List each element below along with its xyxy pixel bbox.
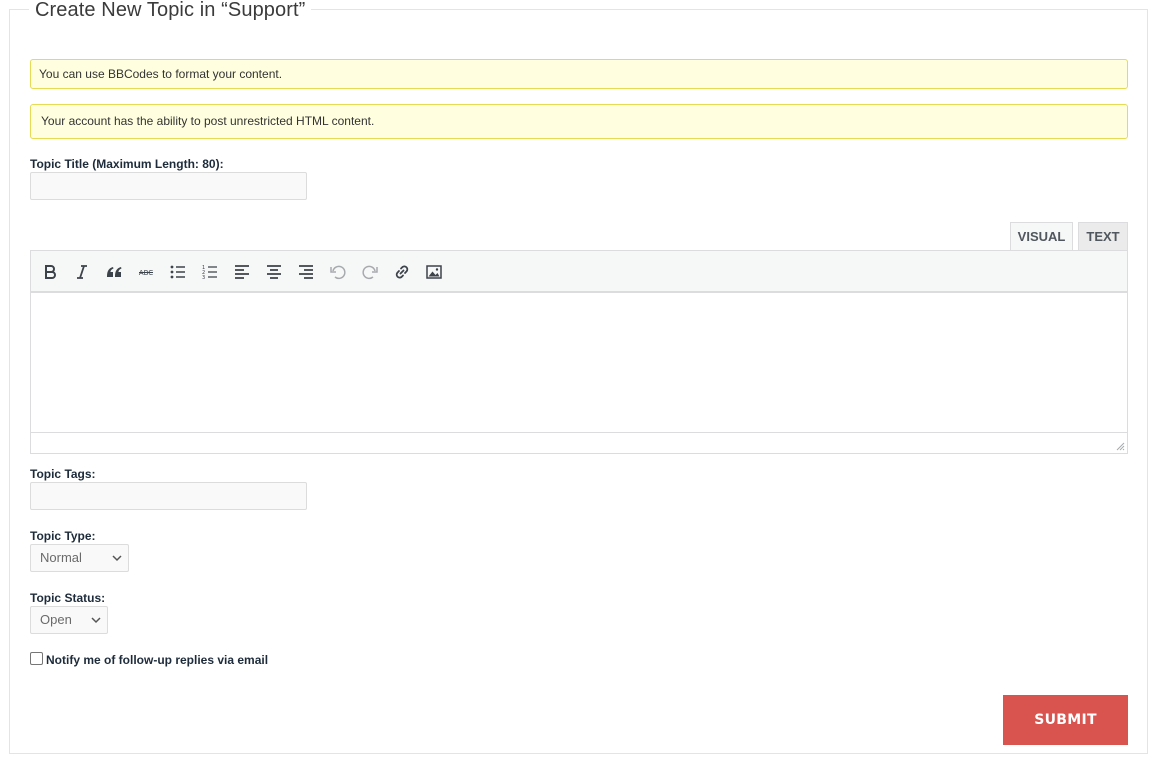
- editor-toolbar: ABC 123: [31, 251, 1127, 293]
- content-editor: ABC 123: [30, 250, 1128, 454]
- strikethrough-icon[interactable]: ABC: [133, 259, 159, 285]
- form-legend: Create New Topic in “Support”: [29, 0, 312, 22]
- topic-title-label: Topic Title (Maximum Length: 80):: [30, 157, 224, 171]
- notify-checkbox[interactable]: [30, 652, 43, 665]
- undo-icon[interactable]: [325, 259, 351, 285]
- align-left-icon[interactable]: [229, 259, 255, 285]
- topic-type-value: Normal: [40, 550, 82, 565]
- redo-icon[interactable]: [357, 259, 383, 285]
- notify-label[interactable]: Notify me of follow-up replies via email: [46, 653, 268, 667]
- numbered-list-icon[interactable]: 123: [197, 259, 223, 285]
- topic-type-select[interactable]: Normal: [30, 544, 129, 572]
- topic-type-label: Topic Type:: [30, 529, 96, 543]
- topic-title-input[interactable]: [30, 172, 307, 200]
- topic-status-value: Open: [40, 612, 72, 627]
- align-center-icon[interactable]: [261, 259, 287, 285]
- svg-text:3: 3: [202, 275, 205, 281]
- chevron-down-icon: [112, 555, 122, 562]
- bold-icon[interactable]: [37, 259, 63, 285]
- resize-handle-icon[interactable]: [1115, 441, 1125, 451]
- italic-icon[interactable]: [69, 259, 95, 285]
- blockquote-icon[interactable]: [101, 259, 127, 285]
- editor-content-area[interactable]: [31, 293, 1127, 433]
- topic-tags-input[interactable]: [30, 482, 307, 510]
- align-right-icon[interactable]: [293, 259, 319, 285]
- link-icon[interactable]: [389, 259, 415, 285]
- submit-button[interactable]: SUBMIT: [1003, 695, 1128, 745]
- editor-statusbar: [31, 432, 1127, 453]
- tab-visual[interactable]: VISUAL: [1010, 222, 1073, 251]
- topic-tags-label: Topic Tags:: [30, 467, 96, 481]
- html-notice: Your account has the ability to post unr…: [30, 104, 1128, 139]
- bbcode-notice: You can use BBCodes to format your conte…: [30, 59, 1128, 89]
- topic-status-label: Topic Status:: [30, 591, 106, 605]
- topic-status-select[interactable]: Open: [30, 606, 108, 634]
- tab-text[interactable]: TEXT: [1078, 222, 1128, 251]
- image-icon[interactable]: [421, 259, 447, 285]
- bulleted-list-icon[interactable]: [165, 259, 191, 285]
- chevron-down-icon: [91, 617, 101, 624]
